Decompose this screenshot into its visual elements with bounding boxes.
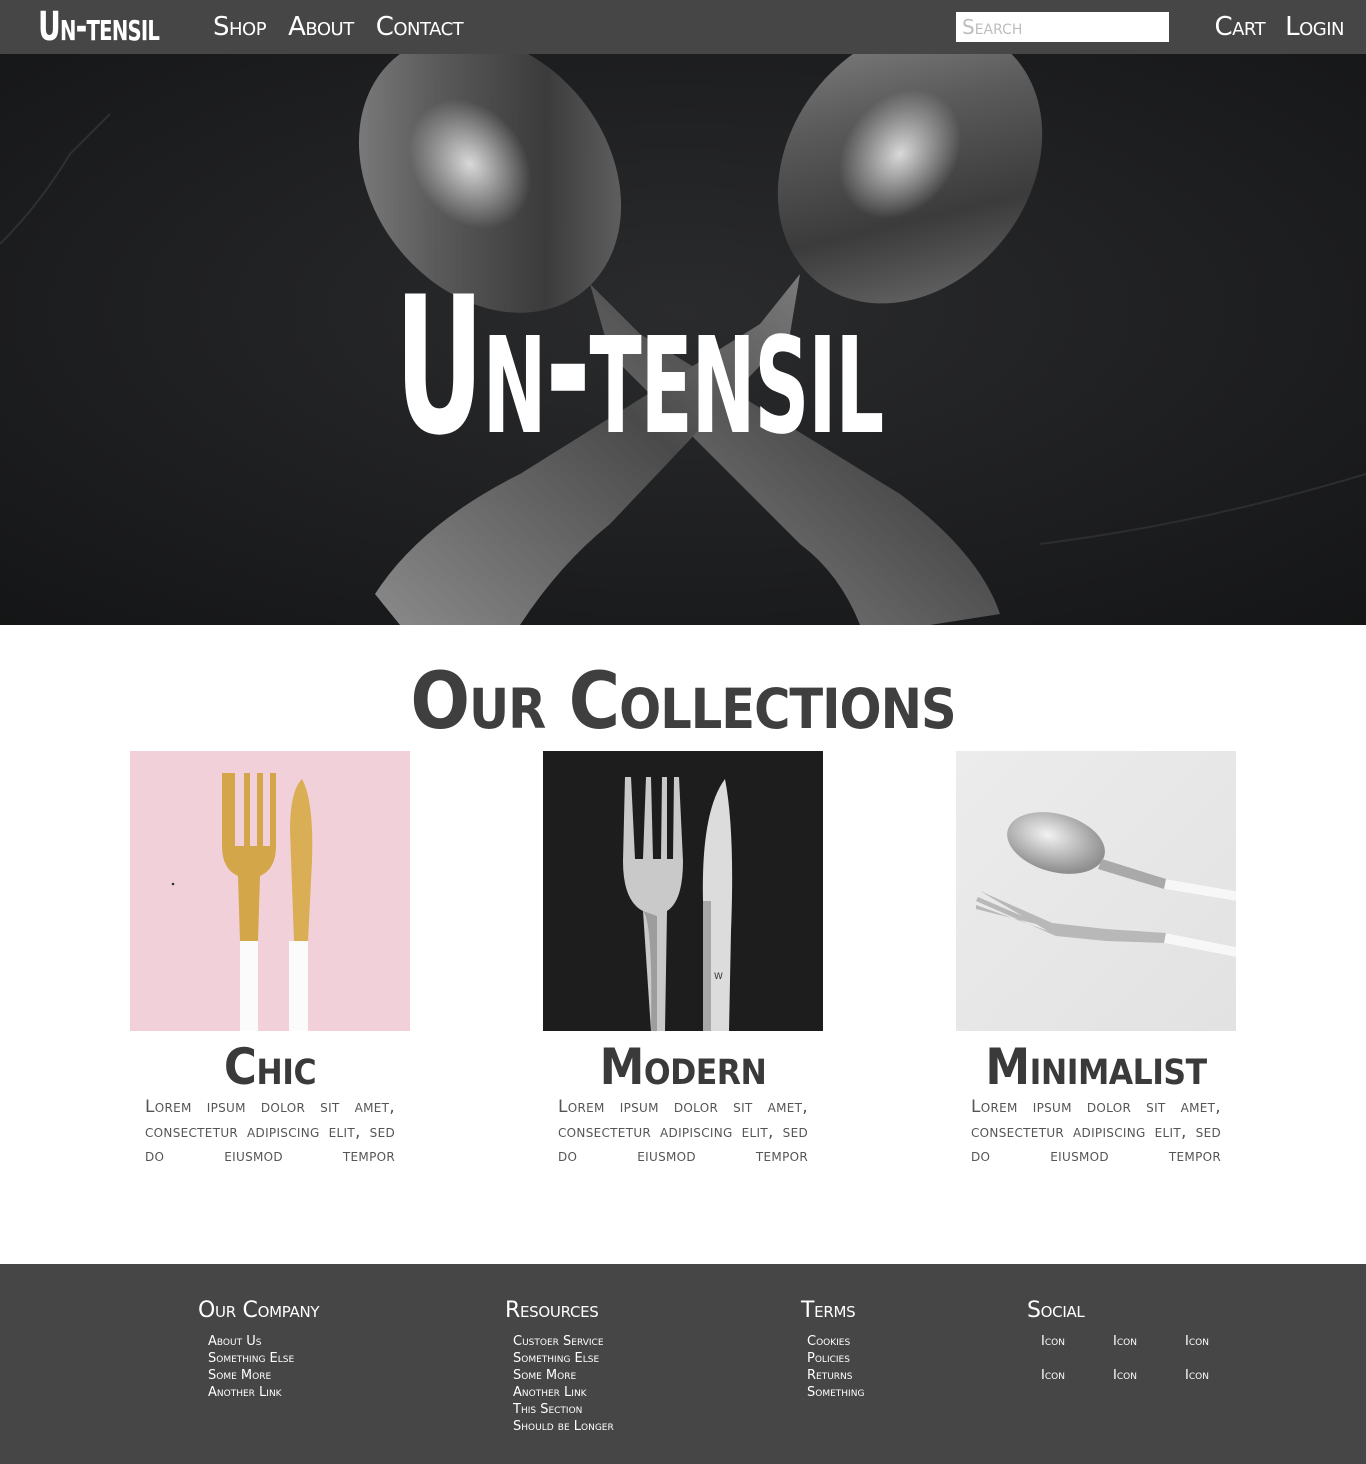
- footer-link[interactable]: Something Else: [208, 1351, 294, 1366]
- footer-link[interactable]: Policies: [807, 1351, 850, 1366]
- footer-link[interactable]: Some More: [513, 1368, 576, 1383]
- footer-links-company: About Us Something Else Some More Anothe…: [208, 1333, 319, 1401]
- gold-fork-knife-image: [130, 751, 410, 1031]
- footer-column-terms: Terms Cookies Policies Returns Something: [801, 1297, 864, 1401]
- footer-link[interactable]: Another Link: [208, 1385, 282, 1400]
- footer-link[interactable]: Custoer Service: [513, 1334, 604, 1349]
- footer-column-social: Social Icon Icon Icon Icon Icon Icon: [1027, 1297, 1257, 1384]
- footer-heading-company: Our Company: [198, 1298, 320, 1323]
- social-icon[interactable]: Icon: [1113, 1367, 1185, 1384]
- footer-link[interactable]: About Us: [208, 1334, 261, 1349]
- collection-title-chic: Chic: [223, 1038, 317, 1096]
- hero-banner: Un-tensil: [0, 54, 1366, 625]
- footer-heading-terms: Terms: [801, 1298, 856, 1323]
- footer-link[interactable]: Should be Longer: [513, 1419, 614, 1434]
- search-input[interactable]: [956, 12, 1169, 42]
- social-icon-grid: Icon Icon Icon Icon Icon Icon: [1041, 1333, 1257, 1384]
- top-navigation-bar: Un-tensil Shop About Contact Cart Login: [0, 0, 1366, 54]
- collection-description-minimalist: Lorem ipsum dolor sit amet, consectetur …: [971, 1097, 1221, 1166]
- footer-link[interactable]: Some More: [208, 1368, 271, 1383]
- account-nav: Cart Login: [1214, 10, 1344, 44]
- site-footer: Our Company About Us Something Else Some…: [0, 1264, 1366, 1464]
- footer-link[interactable]: Something: [807, 1385, 864, 1400]
- collections-heading: Our Collections: [410, 657, 956, 747]
- footer-links-terms: Cookies Policies Returns Something: [807, 1333, 864, 1401]
- footer-link[interactable]: Returns: [807, 1368, 853, 1383]
- footer-link[interactable]: Cookies: [807, 1334, 850, 1349]
- steel-fork-knife-image: W: [543, 751, 823, 1031]
- svg-text:W: W: [714, 972, 723, 982]
- collection-card-chic[interactable]: Chic Lorem ipsum dolor sit amet, consect…: [130, 751, 410, 1169]
- footer-column-resources: Resources Custoer Service Something Else…: [505, 1297, 614, 1435]
- social-icon[interactable]: Icon: [1041, 1367, 1113, 1384]
- collection-title-modern: Modern: [599, 1038, 767, 1096]
- brand-logo-link[interactable]: Un-tensil: [38, 4, 160, 50]
- social-icon[interactable]: Icon: [1113, 1333, 1185, 1350]
- nav-link-contact[interactable]: Contact: [376, 10, 464, 44]
- footer-heading-social: Social: [1027, 1298, 1085, 1323]
- login-link[interactable]: Login: [1285, 10, 1344, 44]
- footer-link[interactable]: This Section: [513, 1402, 582, 1417]
- footer-links-resources: Custoer Service Something Else Some More…: [513, 1333, 614, 1435]
- nav-link-shop[interactable]: Shop: [213, 10, 267, 44]
- footer-link[interactable]: Another Link: [513, 1385, 587, 1400]
- hero-title: Un-tensil: [395, 256, 884, 477]
- spoon-fork-image: [956, 751, 1236, 1031]
- collection-title-minimalist: Minimalist: [985, 1038, 1207, 1096]
- footer-column-company: Our Company About Us Something Else Some…: [198, 1297, 320, 1401]
- collection-description-modern: Lorem ipsum dolor sit amet, consectetur …: [558, 1097, 808, 1166]
- primary-nav: Shop About Contact: [213, 10, 464, 44]
- footer-heading-resources: Resources: [505, 1298, 599, 1323]
- footer-link[interactable]: Something Else: [513, 1351, 599, 1366]
- social-icon[interactable]: Icon: [1041, 1333, 1113, 1350]
- collection-description-chic: Lorem ipsum dolor sit amet, consectetur …: [145, 1097, 395, 1166]
- cart-link[interactable]: Cart: [1214, 10, 1265, 44]
- nav-link-about[interactable]: About: [288, 10, 354, 44]
- social-icon[interactable]: Icon: [1185, 1333, 1257, 1350]
- collection-card-minimalist[interactable]: Minimalist Lorem ipsum dolor sit amet, c…: [956, 751, 1236, 1169]
- social-icon[interactable]: Icon: [1185, 1367, 1257, 1384]
- collection-card-modern[interactable]: W Modern Lorem ipsum dolor sit amet, con…: [543, 751, 823, 1169]
